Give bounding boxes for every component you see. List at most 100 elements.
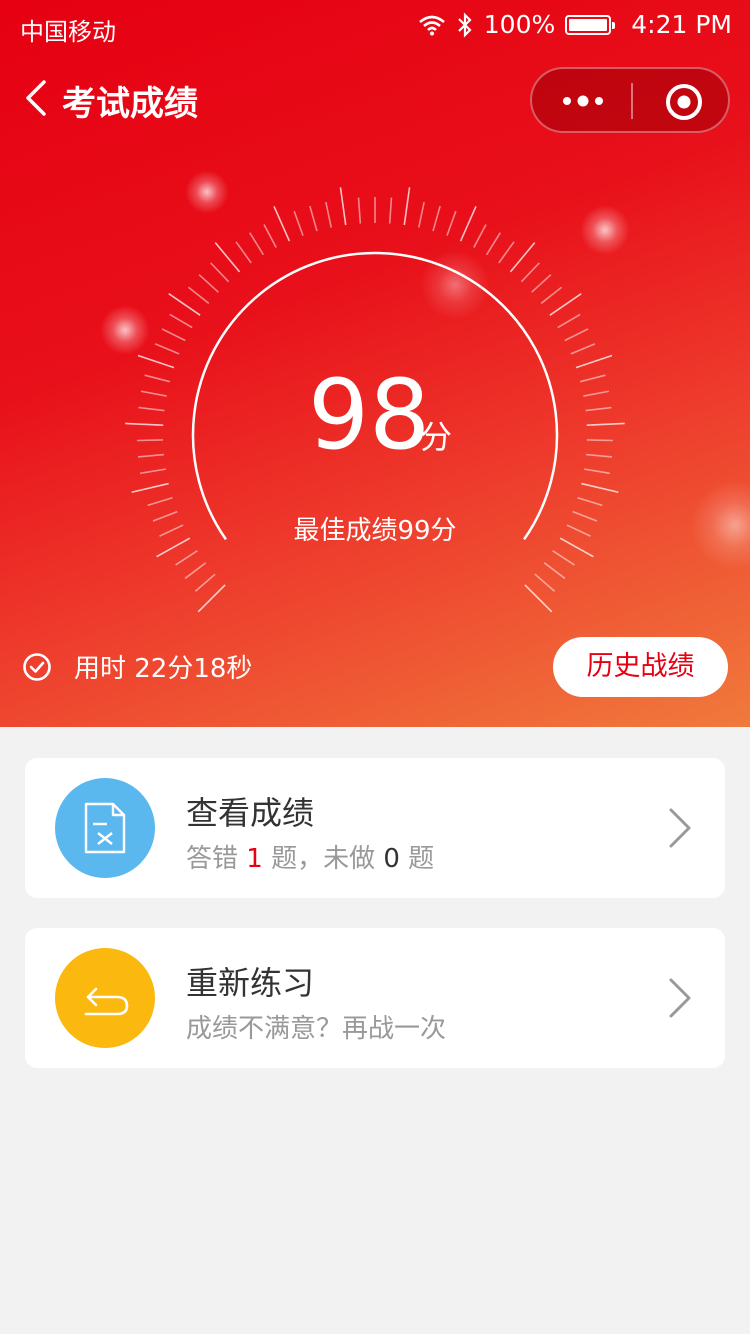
gauge-tick (293, 210, 304, 236)
gauge-tick (197, 584, 226, 613)
gauge-tick (403, 187, 411, 226)
gauge-tick (357, 197, 362, 224)
gauge-tick (125, 422, 164, 427)
undone-count: 0 (383, 844, 400, 874)
history-button[interactable]: 历史战绩 (553, 637, 728, 697)
status-bar: 中国移动 100% 4:21 PM (0, 0, 750, 52)
gauge-tick (575, 354, 613, 369)
card-subtitle: 成绩不满意？再战一次 (186, 1014, 447, 1044)
chevron-right-icon (669, 978, 691, 1018)
gauge-tick (570, 343, 596, 355)
sub-suffix: 题 (399, 844, 435, 874)
card-subtitle: 答错 1 题，未做 0 题 (186, 838, 434, 875)
gauge-tick (473, 224, 487, 248)
gauge-tick (586, 439, 613, 442)
gauge-tick (214, 242, 241, 273)
gauge-tick (273, 205, 291, 242)
gauge-tick (194, 573, 216, 592)
gauge-tick (147, 496, 173, 507)
battery-percent: 100% (483, 10, 556, 39)
score-header: 中国移动 100% 4:21 PM 考试成绩 98 分 最佳成绩99分 用时 2… (0, 0, 750, 727)
gauge-tick (154, 343, 180, 355)
gauge-tick (169, 313, 193, 329)
gauge-tick (137, 439, 164, 442)
gauge-tick (309, 205, 318, 232)
gauge-tick (137, 453, 164, 458)
gauge-tick (524, 584, 553, 613)
card-title: 重新练习 (186, 964, 315, 1002)
gauge-tick (339, 187, 347, 226)
chevron-left-icon[interactable] (22, 78, 52, 118)
gauge-tick (131, 482, 169, 494)
sub-prefix: 答错 (186, 844, 247, 874)
gauge-tick (585, 406, 612, 412)
gauge-tick (557, 313, 581, 329)
gauge-tick (586, 453, 613, 458)
time-used-label: 用时 22分18秒 (74, 654, 253, 684)
undo-arrow-icon (84, 987, 129, 1016)
gauge-tick (552, 550, 575, 566)
gauge-tick (581, 482, 619, 494)
gauge-tick (210, 262, 230, 283)
gauge-tick (446, 210, 457, 236)
gauge-tick (579, 374, 606, 383)
gauge-tick (583, 390, 610, 397)
check-circle-icon (23, 652, 51, 681)
wifi-icon (418, 15, 445, 35)
gauge-tick (138, 406, 165, 412)
gauge-tick (249, 232, 265, 256)
gauge-tick (263, 224, 277, 248)
miniprogram-capsule (530, 67, 730, 133)
gauge-tick (140, 390, 167, 397)
gauge-tick (577, 496, 603, 507)
gauge-tick (584, 468, 611, 475)
view-result-icon-bg (55, 778, 155, 878)
gauge-tick (520, 262, 540, 283)
bluetooth-icon (458, 11, 472, 38)
gauge-tick (432, 205, 441, 232)
gauge-tick (235, 241, 252, 264)
gauge-tick (543, 562, 566, 580)
document-x-icon (84, 802, 126, 854)
gauge-tick (417, 201, 425, 228)
gauge-tick (198, 274, 219, 293)
gauge-tick (459, 205, 477, 242)
clock: 4:21 PM (631, 10, 732, 39)
score-unit: 分 (420, 418, 453, 456)
gauge-tick (144, 374, 171, 383)
gauge-tick (325, 201, 333, 228)
score-value: 98 (308, 359, 431, 471)
gauge-tick (161, 328, 186, 342)
retry-icon-bg (55, 948, 155, 1048)
battery-icon (565, 14, 616, 35)
gauge-tick (509, 242, 536, 273)
retry-card[interactable]: 重新练习 成绩不满意？再战一次 (25, 928, 725, 1068)
gauge-tick (139, 468, 166, 475)
capsule-divider (631, 83, 633, 119)
gauge-tick (485, 232, 501, 256)
gauge-tick (534, 573, 556, 592)
time-used: 用时 22分18秒 (22, 648, 252, 685)
carrier-name: 中国移动 (20, 18, 116, 46)
gauge-tick (184, 562, 207, 580)
gauge-tick (187, 286, 210, 304)
target-icon[interactable] (663, 81, 705, 123)
more-dots-icon[interactable] (560, 79, 606, 123)
sub-middle: 题，未做 (262, 844, 384, 874)
best-score: 最佳成绩99分 (293, 516, 457, 546)
page-title: 考试成绩 (62, 84, 198, 124)
card-title: 查看成绩 (186, 794, 315, 832)
gauge-tick (168, 293, 201, 316)
gauge-tick (586, 422, 625, 427)
gauge-tick (540, 286, 563, 304)
gauge-tick (388, 197, 393, 224)
gauge-tick (564, 328, 589, 342)
wrong-count: 1 (246, 844, 263, 874)
gauge-tick (549, 293, 582, 316)
gauge-tick (498, 241, 515, 264)
gauge-tick (137, 354, 175, 369)
chevron-right-icon (669, 808, 691, 848)
view-result-card[interactable]: 查看成绩 答错 1 题，未做 0 题 (25, 758, 725, 898)
gauge-tick (531, 274, 552, 293)
nav-bar: 考试成绩 (0, 62, 750, 134)
